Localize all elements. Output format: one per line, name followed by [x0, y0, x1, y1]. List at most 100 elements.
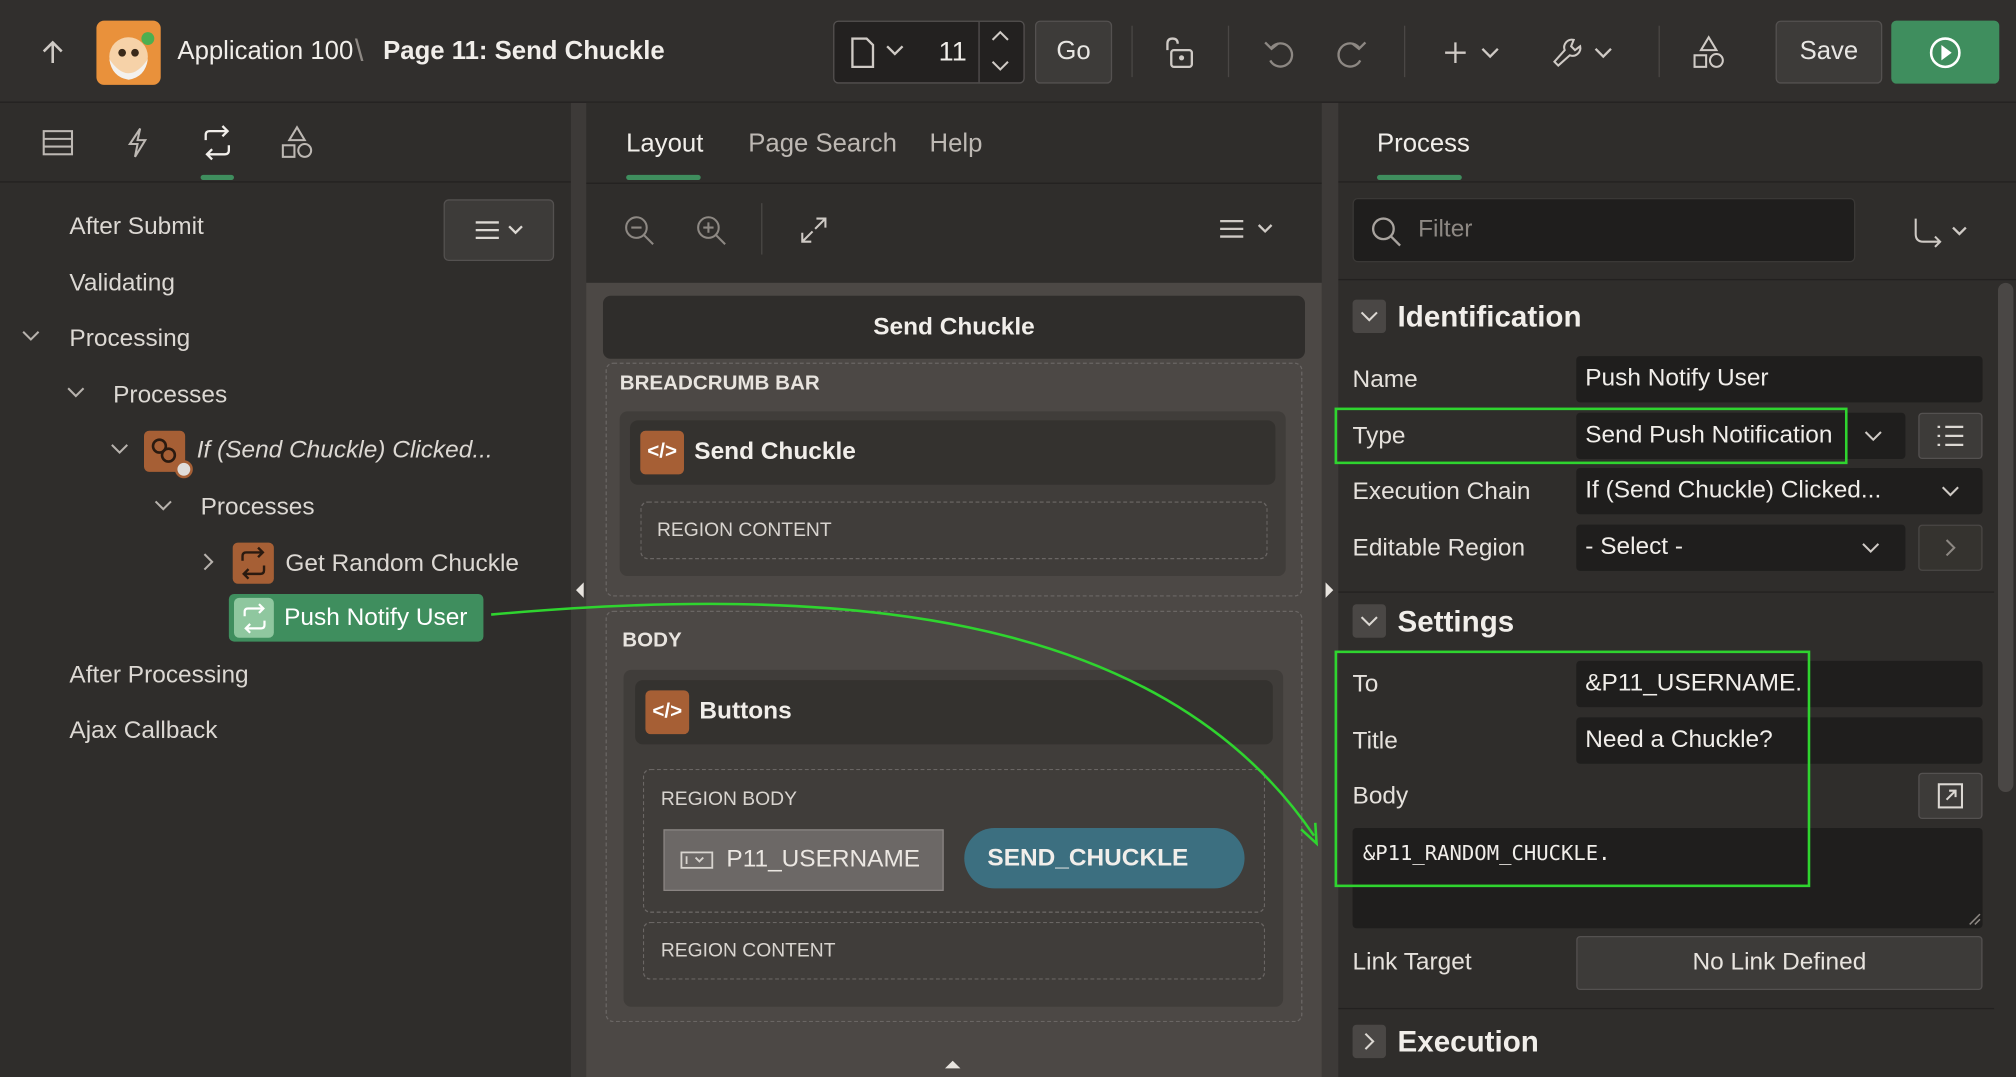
- shared-components-tab-icon[interactable]: [278, 123, 317, 162]
- link-target-button[interactable]: No Link Defined: [1576, 935, 1983, 990]
- identification-header[interactable]: Identification: [1398, 300, 1582, 335]
- tree-push-notify-selected[interactable]: Push Notify User: [228, 593, 484, 642]
- chevron-down-icon[interactable]: [67, 386, 85, 399]
- search-icon: [1369, 215, 1402, 248]
- settings-highlight-box: [1334, 650, 1811, 888]
- zoom-out-icon[interactable]: [620, 211, 659, 250]
- editable-region-select[interactable]: - Select -: [1576, 524, 1906, 571]
- filter-input[interactable]: Filter: [1352, 197, 1856, 263]
- center-pane: Layout Page Search Help Send Chuckle BRE…: [570, 102, 1339, 1077]
- tree-push-notify-label: Push Notify User: [284, 604, 468, 632]
- tree-after-submit[interactable]: After Submit: [69, 213, 203, 241]
- tree-processes[interactable]: Processes: [113, 382, 227, 410]
- external-link-icon: [1937, 783, 1964, 809]
- breadcrumb-region-header[interactable]: </> Send Chuckle: [629, 420, 1276, 485]
- body-label: BODY: [622, 629, 682, 652]
- redo-icon[interactable]: [1329, 31, 1373, 75]
- layout-menu-icon[interactable]: [1216, 213, 1278, 244]
- region-content-label: REGION CONTENT: [660, 939, 836, 962]
- username-item-label: P11_USERNAME: [726, 845, 921, 873]
- code-icon: </>: [640, 430, 684, 475]
- tree-ajax-callback[interactable]: Ajax Callback: [69, 717, 217, 745]
- send-chuckle-button[interactable]: SEND_CHUCKLE: [964, 827, 1245, 889]
- region-body-label: REGION BODY: [660, 788, 797, 810]
- tree-processing[interactable]: Processing: [69, 325, 190, 353]
- region-content-label: REGION CONTENT: [656, 519, 832, 542]
- chevron-down-icon[interactable]: [1864, 429, 1882, 442]
- execution-chain-label: Execution Chain: [1352, 478, 1531, 506]
- property-editor: Process Filter Identification Name Push …: [1334, 102, 2016, 1077]
- undo-icon[interactable]: [1257, 31, 1301, 75]
- tab-process[interactable]: Process: [1377, 130, 1470, 160]
- username-item[interactable]: P11_USERNAME: [663, 829, 944, 891]
- app-avatar[interactable]: [96, 20, 161, 85]
- zoom-in-icon[interactable]: [692, 211, 731, 250]
- chevron-right-icon[interactable]: [202, 553, 215, 571]
- open-editor-button[interactable]: [1918, 772, 1983, 819]
- scrollbar[interactable]: [1997, 282, 2014, 792]
- collapse-icon[interactable]: [1352, 604, 1386, 638]
- page-icon[interactable]: [850, 37, 876, 69]
- chevron-down-icon[interactable]: [154, 499, 172, 512]
- execution-chain-select[interactable]: If (Send Chuckle) Clicked...: [1576, 467, 1983, 515]
- process-icon: [233, 597, 274, 638]
- tab-page-search[interactable]: Page Search: [748, 130, 897, 160]
- expand-icon[interactable]: [795, 211, 834, 250]
- collapse-left-icon[interactable]: [575, 581, 585, 599]
- chevron-down-icon[interactable]: [991, 59, 1009, 72]
- chevron-up-icon[interactable]: [991, 30, 1009, 43]
- name-label: Name: [1352, 366, 1418, 394]
- go-to-region-button[interactable]: [1918, 524, 1983, 571]
- resize-handle-icon[interactable]: [1968, 913, 1981, 926]
- buttons-region-header[interactable]: </> Buttons: [635, 680, 1273, 745]
- add-icon[interactable]: [1440, 33, 1504, 72]
- processing-tab-icon[interactable]: [198, 123, 237, 162]
- page-number-input[interactable]: 11: [927, 37, 978, 68]
- chevron-right-icon: [1945, 539, 1956, 557]
- shared-components-icon[interactable]: [1687, 31, 1731, 75]
- chevron-down-icon[interactable]: [886, 44, 904, 57]
- filter-placeholder: Filter: [1418, 215, 1473, 243]
- app-name[interactable]: Application 100: [177, 37, 353, 67]
- wrench-icon[interactable]: [1549, 31, 1616, 75]
- collapse-bottom-icon[interactable]: [944, 1059, 962, 1069]
- collapse-right-icon[interactable]: [1324, 581, 1334, 599]
- left-pane: After Submit Validating Processing Proce…: [0, 102, 571, 1077]
- list-icon[interactable]: [1918, 412, 1983, 459]
- go-button[interactable]: Go: [1034, 20, 1113, 84]
- condition-badge-icon: [174, 460, 193, 479]
- run-page-button[interactable]: [1891, 20, 2000, 84]
- chevron-down-icon[interactable]: [22, 329, 40, 342]
- unlock-icon[interactable]: [1157, 31, 1201, 75]
- name-field[interactable]: Push Notify User: [1576, 356, 1983, 403]
- tab-help[interactable]: Help: [930, 130, 983, 160]
- type-highlight-box: [1334, 407, 1848, 465]
- page-title: Page 11: Send Chuckle: [383, 37, 665, 66]
- breadcrumb-bar-label: BREADCRUMB BAR: [619, 372, 820, 395]
- code-icon: </>: [645, 690, 690, 735]
- chevron-down-icon[interactable]: [1941, 485, 1959, 498]
- tab-layout[interactable]: Layout: [626, 130, 703, 160]
- up-arrow-icon[interactable]: [33, 33, 72, 72]
- tree-get-random-chuckle[interactable]: Get Random Chuckle: [285, 550, 519, 578]
- tree-validating[interactable]: Validating: [69, 270, 174, 298]
- process-icon: [232, 542, 274, 584]
- tree-after-processing[interactable]: After Processing: [69, 662, 248, 690]
- breadcrumb-separator: \: [354, 33, 364, 69]
- chevron-down-icon[interactable]: [111, 442, 129, 455]
- rendering-tab-icon[interactable]: [39, 123, 78, 162]
- tree-sub-processes[interactable]: Processes: [201, 494, 315, 522]
- expand-icon[interactable]: [1352, 1024, 1386, 1059]
- dynamic-actions-tab-icon[interactable]: [118, 123, 157, 162]
- chevron-down-icon[interactable]: [1862, 541, 1880, 554]
- go-to-group-icon[interactable]: [1909, 213, 1973, 252]
- link-target-label: Link Target: [1352, 948, 1472, 976]
- breadcrumb-region-title: Send Chuckle: [694, 438, 856, 466]
- save-button[interactable]: Save: [1775, 20, 1883, 84]
- tree-if-clicked[interactable]: If (Send Chuckle) Clicked...: [197, 437, 493, 465]
- tree-menu-button[interactable]: [443, 199, 555, 261]
- collapse-icon[interactable]: [1352, 299, 1386, 333]
- execution-header[interactable]: Execution: [1398, 1025, 1539, 1060]
- page-title-bar[interactable]: Send Chuckle: [602, 295, 1305, 359]
- settings-header[interactable]: Settings: [1398, 604, 1515, 639]
